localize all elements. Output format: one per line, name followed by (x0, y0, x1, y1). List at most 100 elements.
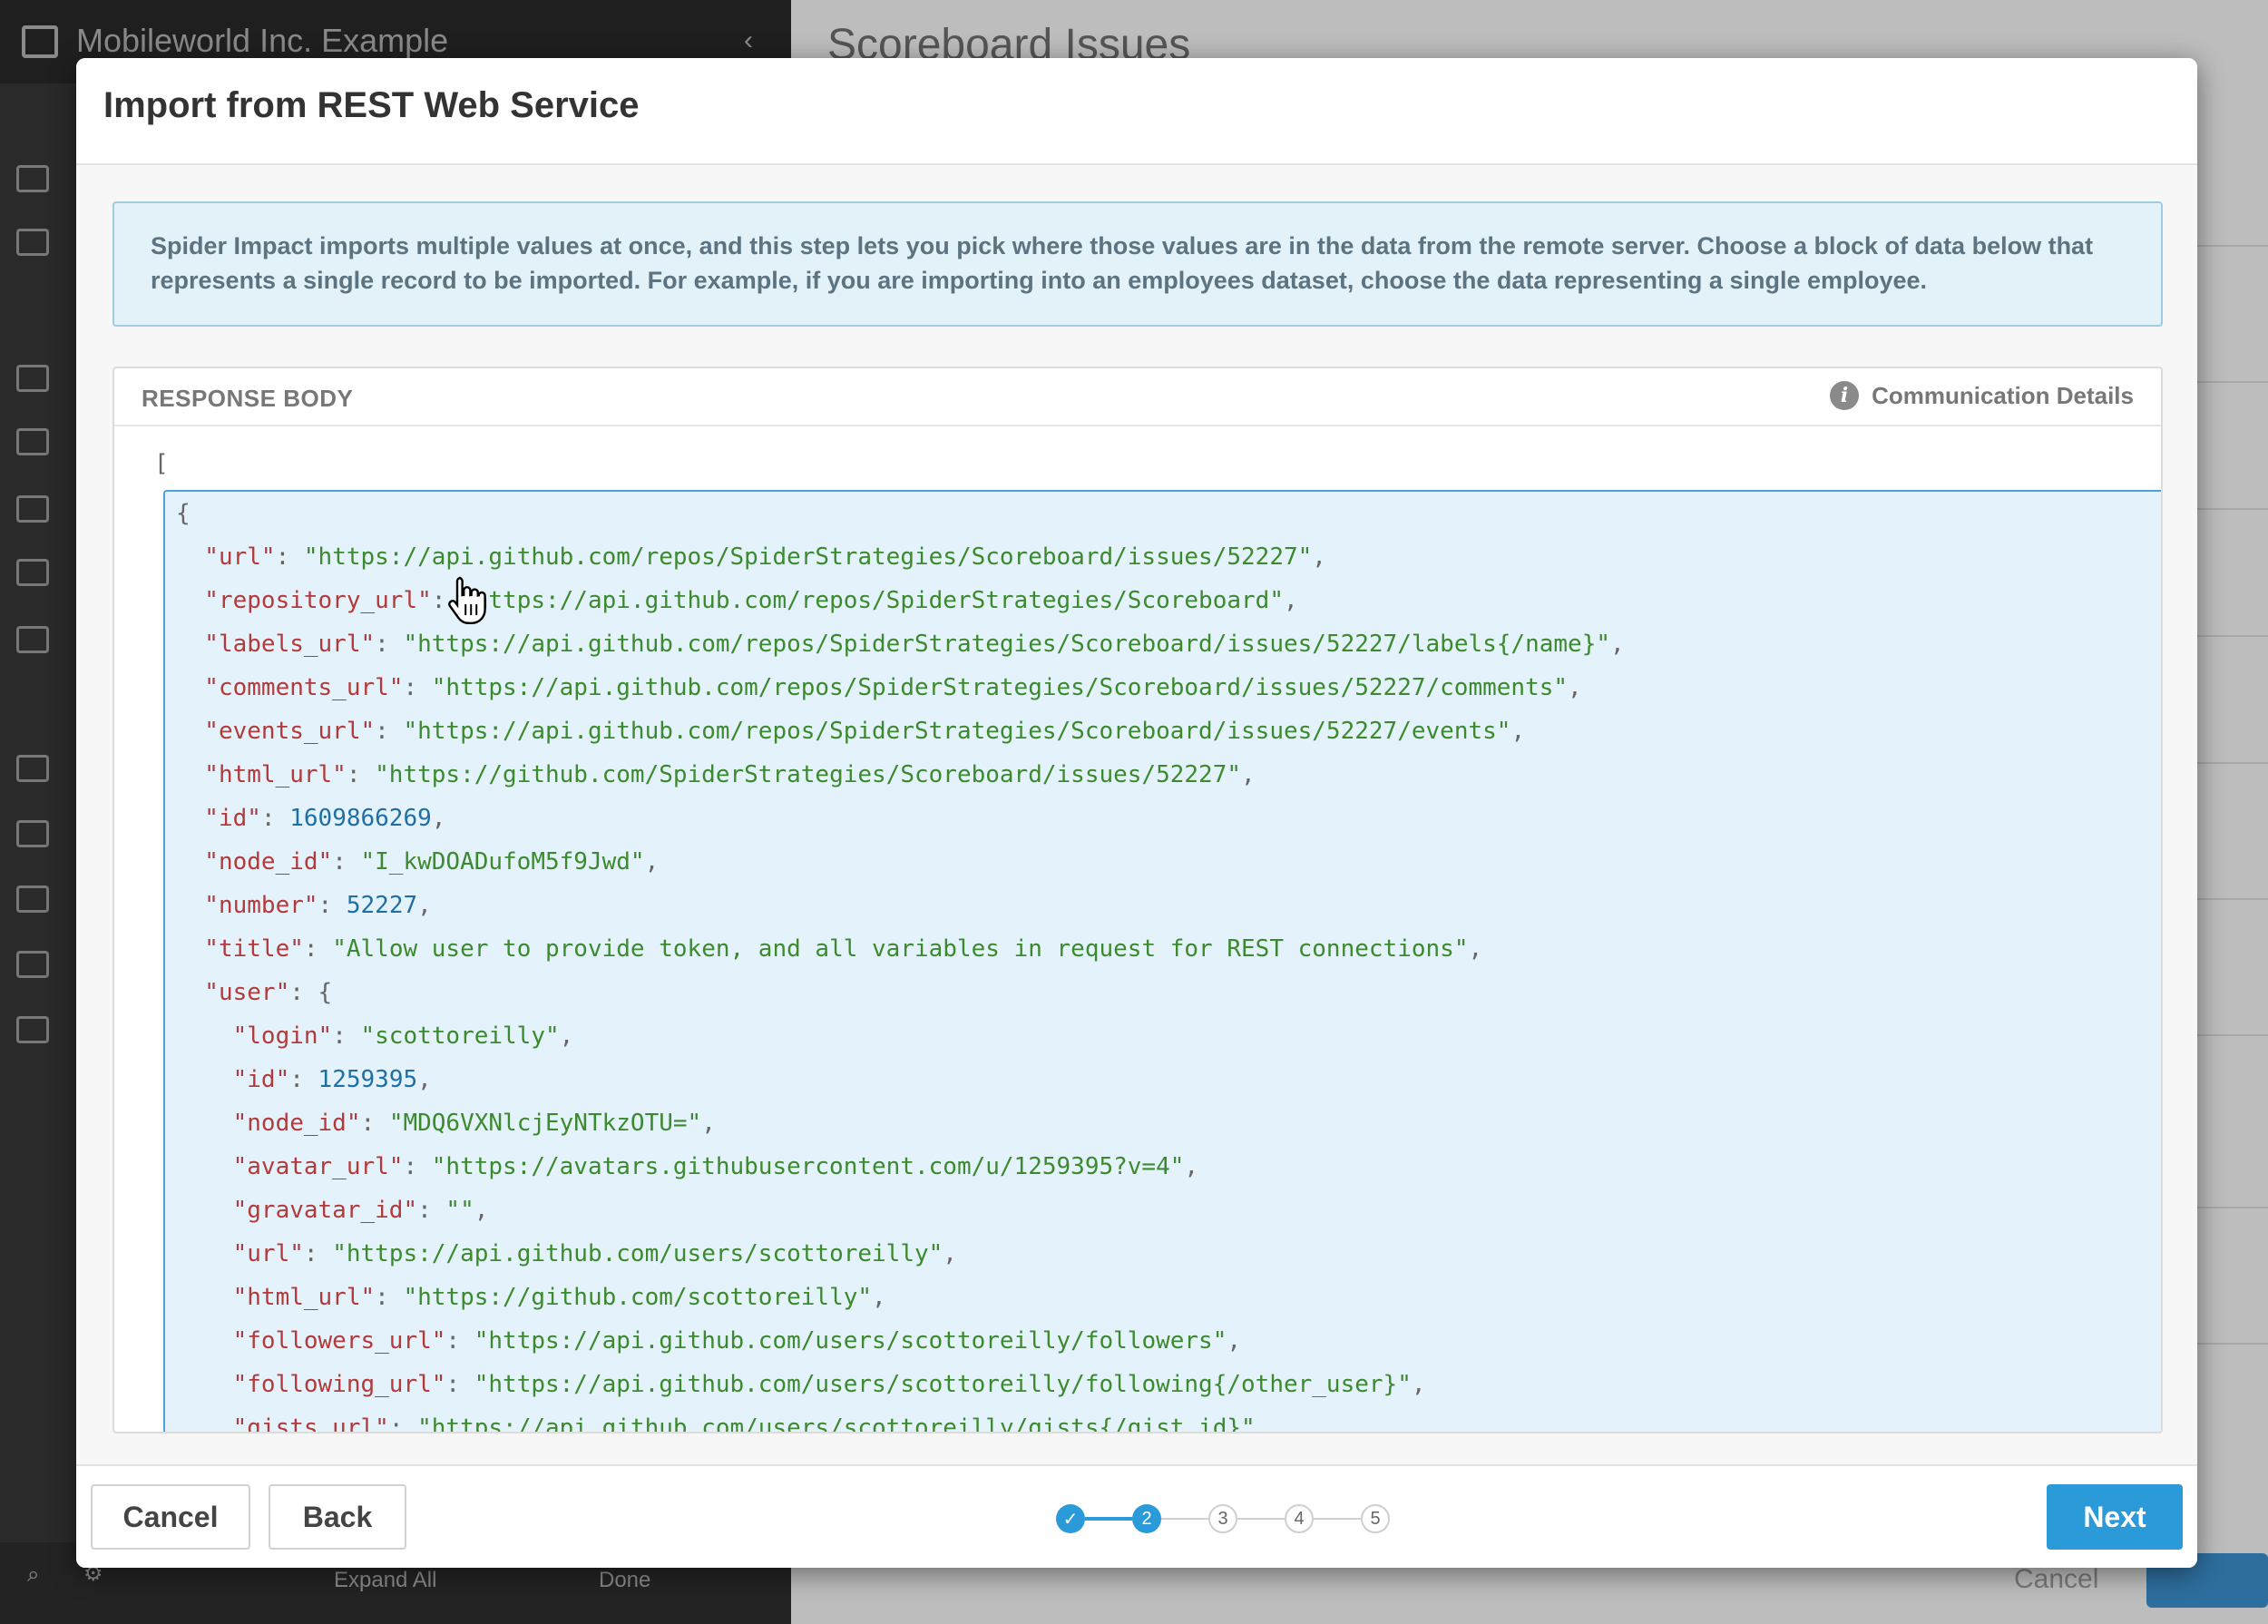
json-key: "node_id" (176, 848, 333, 876)
info-icon: i (1830, 381, 1860, 410)
json-number-value: 1259395 (318, 1066, 418, 1093)
step-4: 4 (1285, 1504, 1314, 1533)
step-3: 3 (1208, 1504, 1237, 1533)
nav-icon (16, 428, 49, 455)
json-punctuation: , (1610, 631, 1625, 658)
json-punctuation: : (318, 892, 347, 919)
nav-icon (16, 626, 49, 653)
json-punctuation: , (644, 848, 660, 876)
json-punctuation: , (1255, 1414, 1270, 1433)
json-line: "following_url": "https://api.github.com… (176, 1363, 1625, 1406)
json-line: "node_id": "MDQ6VXNlcjEyNTkzOTU=", (176, 1101, 1625, 1145)
json-key: "user" (176, 979, 290, 1006)
json-punctuation: : (260, 805, 290, 832)
info-text: Spider Impact imports multiple values at… (151, 232, 2094, 294)
json-punctuation: , (1283, 587, 1298, 614)
json-string-value: "https://api.github.com/users/scottoreil… (474, 1371, 1412, 1398)
background-cancel: Cancel (2014, 1564, 2099, 1594)
json-punctuation: : (346, 761, 376, 788)
json-key: "following_url" (176, 1371, 446, 1398)
step-connector (1314, 1518, 1361, 1520)
step-connector (1085, 1517, 1132, 1521)
json-line: "url": "https://api.github.com/users/sco… (176, 1232, 1625, 1276)
json-key: "gists_url" (176, 1414, 389, 1433)
json-line: "comments_url": "https://api.github.com/… (176, 666, 1625, 709)
json-string-value: "https://avatars.githubusercontent.com/u… (431, 1153, 1185, 1180)
next-button[interactable]: Next (2047, 1484, 2183, 1550)
json-line: "node_id": "I_kwDOADufoM5f9Jwd", (176, 840, 1625, 884)
response-body-panel: RESPONSE BODY i Communication Details [ … (112, 367, 2163, 1433)
json-key: "number" (176, 892, 318, 919)
nav-icon (16, 885, 49, 913)
json-punctuation: : (375, 718, 404, 745)
dialog-header: Import from REST Web Service (76, 58, 2197, 165)
step-5: 5 (1361, 1504, 1390, 1533)
json-string-value: "https://api.github.com/users/scottoreil… (417, 1414, 1256, 1433)
json-punctuation: , (701, 1110, 716, 1137)
hand-cursor-icon (448, 576, 486, 624)
json-line: "number": 52227, (176, 884, 1625, 927)
json-key: "id" (176, 1066, 290, 1093)
json-punctuation: , (1468, 935, 1483, 963)
json-string-value: "MDQ6VXNlcjEyNTkzOTU=" (388, 1110, 702, 1137)
step-1[interactable]: ✓ (1056, 1504, 1085, 1533)
json-key: "node_id" (176, 1110, 361, 1137)
communication-details-label: Communication Details (1872, 381, 2134, 409)
nav-icon (16, 755, 49, 782)
nav-icon (16, 495, 49, 523)
step-connector (1237, 1518, 1285, 1520)
json-number-value: 52227 (346, 892, 418, 919)
json-lines: { "url": "https://api.github.com/repos/S… (176, 492, 1625, 1433)
cancel-button[interactable]: Cancel (91, 1484, 250, 1550)
json-punctuation: : (445, 1371, 474, 1398)
json-line: "id": 1609866269, (176, 797, 1625, 840)
communication-details-link[interactable]: i Communication Details (1830, 381, 2134, 410)
search-icon: ⌕ (27, 1562, 40, 1587)
json-key: "gravatar_id" (176, 1197, 418, 1224)
json-string-value: "https://api.github.com/repos/SpiderStra… (403, 718, 1511, 745)
json-string-value: "https://github.com/scottoreilly" (403, 1284, 873, 1311)
json-line: "login": "scottoreilly", (176, 1014, 1625, 1058)
json-punctuation: : (403, 1153, 432, 1180)
json-line: "id": 1259395, (176, 1058, 1625, 1101)
json-punctuation: , (1184, 1153, 1199, 1180)
json-string-value: "" (445, 1197, 474, 1224)
json-punctuation: , (559, 1022, 574, 1050)
json-string-value: "scottoreilly" (360, 1022, 560, 1050)
nav-icon (16, 1016, 49, 1043)
json-key: "url" (176, 1240, 304, 1267)
json-punctuation: , (1510, 718, 1526, 745)
nav-icon (16, 229, 49, 256)
json-punctuation: : (403, 674, 432, 701)
nav-icon (16, 559, 49, 586)
json-string-value: "https://api.github.com/users/scottoreil… (474, 1327, 1227, 1355)
json-string-value: "https://api.github.com/users/scottoreil… (332, 1240, 943, 1267)
json-line: "gravatar_id": "", (176, 1189, 1625, 1232)
json-line: "labels_url": "https://api.github.com/re… (176, 622, 1625, 666)
json-punctuation: : (388, 1414, 418, 1433)
dialog-title: Import from REST Web Service (103, 85, 640, 125)
dialog-footer: Cancel Back ✓ 2 3 4 5 Next (76, 1464, 2197, 1568)
panel-header: RESPONSE BODY i Communication Details (114, 368, 2161, 426)
json-open-bracket: [ (154, 450, 169, 477)
json-punctuation: , (431, 805, 446, 832)
json-line: "html_url": "https://github.com/SpiderSt… (176, 753, 1625, 797)
back-button[interactable]: Back (269, 1484, 406, 1550)
json-punctuation: , (872, 1284, 886, 1311)
json-punctuation: : { (289, 979, 333, 1006)
expand-all-label: Expand All (334, 1568, 437, 1592)
json-punctuation: : (360, 1110, 389, 1137)
json-punctuation: : (445, 1327, 474, 1355)
json-punctuation: , (474, 1197, 489, 1224)
step-connector (1161, 1518, 1208, 1520)
nav-icon (16, 951, 49, 978)
json-record-block[interactable]: { "url": "https://api.github.com/repos/S… (163, 490, 2161, 1433)
json-punctuation: : (417, 1197, 446, 1224)
json-punctuation: , (1312, 543, 1326, 571)
nav-icon (16, 165, 49, 192)
json-key: "events_url" (176, 718, 376, 745)
json-punctuation: : (332, 1022, 361, 1050)
json-punctuation: : (332, 848, 361, 876)
chevron-left-icon: ‹ (744, 25, 753, 55)
panel-title: RESPONSE BODY (142, 385, 354, 412)
